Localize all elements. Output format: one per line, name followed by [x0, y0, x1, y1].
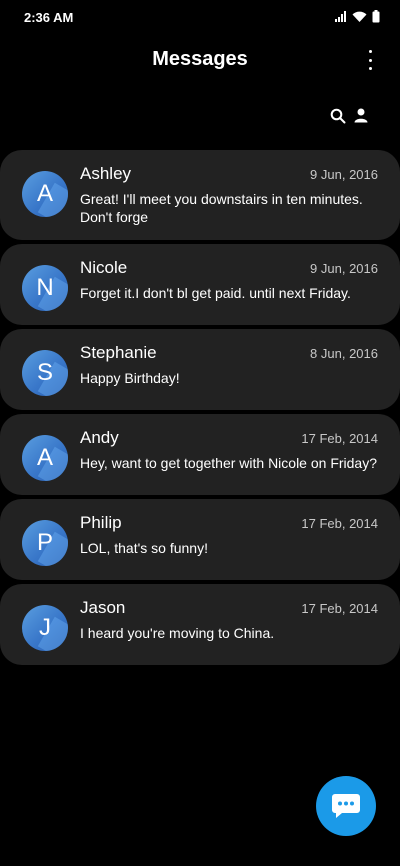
contact-name: Philip: [80, 513, 122, 532]
avatar-initial: P: [36, 529, 53, 556]
conversation-list: A Ashley 9 Jun, 2016 Great! I'll meet yo…: [0, 150, 400, 669]
conversation-content: Stephanie 8 Jun, 2016 Happy Birthday!: [80, 343, 378, 387]
status-time: 2:36 AM: [24, 10, 74, 25]
avatar: J: [22, 605, 68, 651]
message-date: 17 Feb, 2014: [301, 431, 378, 446]
contact-name: Ashley: [80, 164, 132, 183]
contact-name: Stephanie: [80, 343, 157, 362]
avatar: A: [22, 171, 68, 217]
conversation-item[interactable]: P Philip 17 Feb, 2014 LOL, that's so fun…: [0, 499, 400, 580]
message-preview: Forget it.I don't bl get paid. until nex…: [80, 285, 351, 301]
avatar: A: [22, 435, 68, 481]
message-preview: LOL, that's so funny!: [80, 540, 208, 556]
conversation-header: Andy 17 Feb, 2014: [80, 428, 378, 448]
conversation-item[interactable]: N Nicole 9 Jun, 2016 Forget it.I don't b…: [0, 244, 400, 325]
conversation-content: Nicole 9 Jun, 2016 Forget it.I don't bl …: [80, 258, 378, 302]
conversation-item[interactable]: A Ashley 9 Jun, 2016 Great! I'll meet yo…: [0, 150, 400, 240]
person-icon: [354, 108, 368, 123]
message-preview: Happy Birthday!: [80, 370, 180, 386]
avatar: P: [22, 520, 68, 566]
conversation-content: Andy 17 Feb, 2014 Hey, want to get toget…: [80, 428, 378, 472]
avatar-initial: A: [36, 180, 53, 207]
message-date: 9 Jun, 2016: [310, 167, 378, 182]
conversation-header: Philip 17 Feb, 2014: [80, 513, 378, 533]
wifi-icon: [352, 11, 367, 22]
message-preview: Hey, want to get together with Nicole on…: [80, 455, 378, 471]
message-date: 17 Feb, 2014: [301, 516, 378, 531]
conversation-item[interactable]: J Jason 17 Feb, 2014 I heard you're movi…: [0, 584, 400, 665]
contacts-button[interactable]: [354, 108, 372, 126]
conversation-content: Jason 17 Feb, 2014 I heard you're moving…: [80, 598, 378, 642]
avatar-initial: J: [39, 614, 51, 641]
conversation-header: Jason 17 Feb, 2014: [80, 598, 378, 618]
more-options-button[interactable]: [362, 50, 378, 70]
conversation-header: Ashley 9 Jun, 2016: [80, 164, 378, 184]
message-preview: I heard you're moving to China.: [80, 625, 275, 641]
status-icons: [335, 10, 380, 23]
more-vertical-icon-dot: [368, 58, 372, 62]
more-vertical-icon-dot: [368, 67, 372, 70]
chat-bubble-icon: [332, 794, 360, 818]
avatar-initial: A: [36, 444, 53, 471]
avatar: S: [22, 350, 68, 396]
search-button[interactable]: [330, 108, 348, 126]
conversation-header: Stephanie 8 Jun, 2016: [80, 343, 378, 363]
conversation-item[interactable]: S Stephanie 8 Jun, 2016 Happy Birthday!: [0, 329, 400, 410]
conversation-content: Ashley 9 Jun, 2016 Great! I'll meet you …: [80, 164, 378, 226]
avatar: N: [22, 265, 68, 311]
battery-icon: [372, 10, 380, 23]
message-date: 8 Jun, 2016: [310, 346, 378, 361]
status-bar: 2:36 AM: [0, 0, 400, 36]
conversation-item[interactable]: A Andy 17 Feb, 2014 Hey, want to get tog…: [0, 414, 400, 495]
conversation-content: Philip 17 Feb, 2014 LOL, that's so funny…: [80, 513, 378, 557]
message-preview: Great! I'll meet you downstairs in ten m…: [80, 191, 363, 225]
avatar-initial: N: [36, 274, 54, 301]
page-title: Messages: [152, 48, 248, 70]
signal-icon: [335, 11, 346, 22]
message-date: 9 Jun, 2016: [310, 261, 378, 276]
conversation-header: Nicole 9 Jun, 2016: [80, 258, 378, 278]
contact-name: Jason: [80, 598, 126, 617]
contact-name: Andy: [80, 428, 119, 447]
message-date: 17 Feb, 2014: [301, 601, 378, 616]
more-vertical-icon: [368, 50, 372, 53]
search-icon: [330, 108, 346, 124]
compose-message-button[interactable]: [316, 776, 376, 836]
contact-name: Nicole: [80, 258, 128, 277]
avatar-initial: S: [36, 359, 53, 386]
